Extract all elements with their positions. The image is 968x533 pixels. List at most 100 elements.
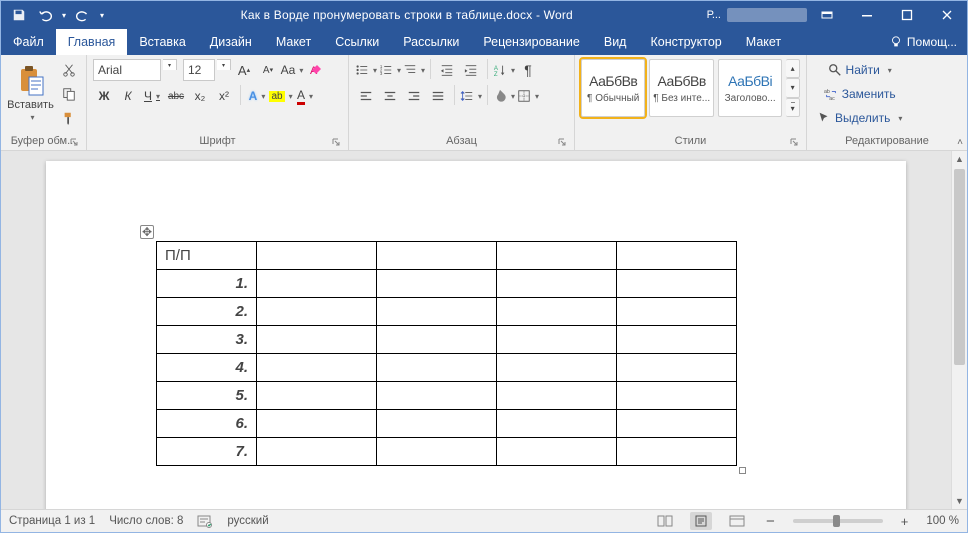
clipboard-launcher-icon[interactable] (68, 136, 80, 148)
read-mode-icon[interactable] (654, 512, 676, 530)
paragraph-launcher-icon[interactable] (556, 136, 568, 148)
minimize-icon[interactable] (847, 1, 887, 29)
strikethrough-button[interactable]: abc (165, 85, 187, 107)
tab-review[interactable]: Рецензирование (471, 29, 592, 55)
font-family-dropdown-icon[interactable]: ▾ (163, 59, 177, 70)
scroll-down-icon[interactable]: ▼ (952, 493, 967, 509)
table-resize-handle-icon[interactable] (739, 467, 746, 474)
font-launcher-icon[interactable] (330, 136, 342, 148)
font-color-button[interactable]: A (294, 85, 316, 107)
tab-home[interactable]: Главная (56, 29, 128, 55)
zoom-slider-thumb[interactable] (833, 515, 840, 527)
styles-up-icon[interactable]: ▴ (786, 59, 800, 78)
italic-button[interactable]: К (117, 85, 139, 107)
close-icon[interactable] (927, 1, 967, 29)
styles-launcher-icon[interactable] (788, 136, 800, 148)
decrease-indent-button[interactable] (436, 59, 458, 81)
superscript-button[interactable]: x² (213, 85, 235, 107)
tell-me[interactable]: Помощ... (879, 29, 967, 55)
find-button[interactable]: Найти (813, 59, 906, 81)
change-case-button[interactable]: Aa (281, 59, 303, 81)
format-painter-icon[interactable] (58, 107, 80, 129)
svg-text:ac: ac (829, 96, 835, 101)
copy-icon[interactable] (58, 83, 80, 105)
increase-indent-button[interactable] (460, 59, 482, 81)
text-effects-button[interactable]: A (246, 85, 268, 107)
print-layout-icon[interactable] (690, 512, 712, 530)
font-size-dropdown-icon[interactable]: ▾ (217, 59, 231, 70)
undo-icon[interactable] (33, 3, 57, 27)
font-size-combo[interactable]: 12 (183, 59, 215, 81)
tab-file[interactable]: Файл (1, 29, 56, 55)
font-family-combo[interactable]: Arial (93, 59, 161, 81)
document-table[interactable]: П/П 1. 2. 3. 4. 5. 6. 7. (156, 241, 737, 466)
group-editing: Найти abac Заменить Выделить Редактирова… (807, 55, 967, 150)
scroll-track[interactable] (952, 167, 967, 493)
tab-layout[interactable]: Макет (264, 29, 323, 55)
tab-mailings[interactable]: Рассылки (391, 29, 471, 55)
tab-table-layout[interactable]: Макет (734, 29, 793, 55)
undo-dropdown-icon[interactable]: ▾ (59, 3, 69, 27)
tab-references[interactable]: Ссылки (323, 29, 391, 55)
cut-icon[interactable] (58, 59, 80, 81)
tab-design[interactable]: Дизайн (198, 29, 264, 55)
save-icon[interactable] (7, 3, 31, 27)
maximize-icon[interactable] (887, 1, 927, 29)
style-heading1[interactable]: АаБбВі Заголово... (718, 59, 782, 117)
vertical-scrollbar[interactable]: ▲ ▼ (951, 151, 967, 509)
status-bar: Страница 1 из 1 Число слов: 8 русский − … (1, 509, 967, 532)
zoom-out-button[interactable]: − (762, 513, 779, 530)
highlight-button[interactable]: ab (270, 85, 292, 107)
subscript-button[interactable]: x₂ (189, 85, 211, 107)
tab-view[interactable]: Вид (592, 29, 639, 55)
numbering-button[interactable]: 123 (379, 59, 401, 81)
show-hide-button[interactable]: ¶ (517, 59, 539, 81)
line-spacing-button[interactable] (460, 85, 482, 107)
status-word-count[interactable]: Число слов: 8 (109, 515, 183, 527)
status-proofing-icon[interactable] (197, 514, 213, 528)
collapse-ribbon-icon[interactable]: ˄ (957, 137, 963, 148)
tab-insert[interactable]: Вставка (127, 29, 197, 55)
document-scroll[interactable]: ✥ П/П 1. 2. 3. 4. 5. 6. 7. (1, 151, 951, 509)
svg-text:Z: Z (494, 71, 498, 77)
bullets-button[interactable] (355, 59, 377, 81)
scroll-thumb[interactable] (954, 169, 965, 365)
shrink-font-button[interactable]: A▾ (257, 59, 279, 81)
table-header-cell[interactable]: П/П (157, 242, 257, 270)
underline-button[interactable]: Ч (141, 85, 163, 107)
paste-button[interactable]: Вставить (7, 59, 54, 127)
redo-icon[interactable] (71, 3, 95, 27)
table-row: 1. (157, 270, 737, 298)
sort-button[interactable]: AZ (493, 59, 515, 81)
select-button[interactable]: Выделить (813, 107, 906, 129)
table-move-handle-icon[interactable]: ✥ (140, 225, 154, 239)
multilevel-list-button[interactable] (403, 59, 425, 81)
ribbon-display-options-icon[interactable] (807, 1, 847, 29)
style-normal[interactable]: АаБбВв ¶ Обычный (581, 59, 645, 117)
align-center-button[interactable] (379, 85, 401, 107)
grow-font-button[interactable]: A▴ (233, 59, 255, 81)
shading-button[interactable] (493, 85, 515, 107)
document-page[interactable]: ✥ П/П 1. 2. 3. 4. 5. 6. 7. (46, 161, 906, 509)
align-right-button[interactable] (403, 85, 425, 107)
status-language[interactable]: русский (227, 515, 268, 527)
qat-dropdown-icon[interactable]: ▾ (97, 3, 107, 27)
style-no-spacing[interactable]: АаБбВв ¶ Без инте... (649, 59, 713, 117)
web-layout-icon[interactable] (726, 512, 748, 530)
status-page[interactable]: Страница 1 из 1 (9, 515, 95, 527)
align-left-button[interactable] (355, 85, 377, 107)
zoom-value[interactable]: 100 % (926, 515, 959, 527)
tab-table-design[interactable]: Конструктор (638, 29, 733, 55)
bold-button[interactable]: Ж (93, 85, 115, 107)
zoom-in-button[interactable]: + (897, 514, 913, 529)
justify-button[interactable] (427, 85, 449, 107)
clear-formatting-icon[interactable]: A (305, 59, 327, 81)
borders-button[interactable] (517, 85, 539, 107)
zoom-slider[interactable] (793, 519, 883, 523)
group-font: Arial ▾ 12 ▾ A▴ A▾ Aa A Ж К Ч abc x₂ x² … (87, 55, 349, 150)
replace-button[interactable]: abac Заменить (813, 83, 906, 105)
styles-down-icon[interactable]: ▾ (786, 78, 800, 97)
scroll-up-icon[interactable]: ▲ (952, 151, 967, 167)
styles-more-icon[interactable]: ▾ (786, 98, 800, 117)
user-block[interactable]: Р... (707, 8, 807, 22)
